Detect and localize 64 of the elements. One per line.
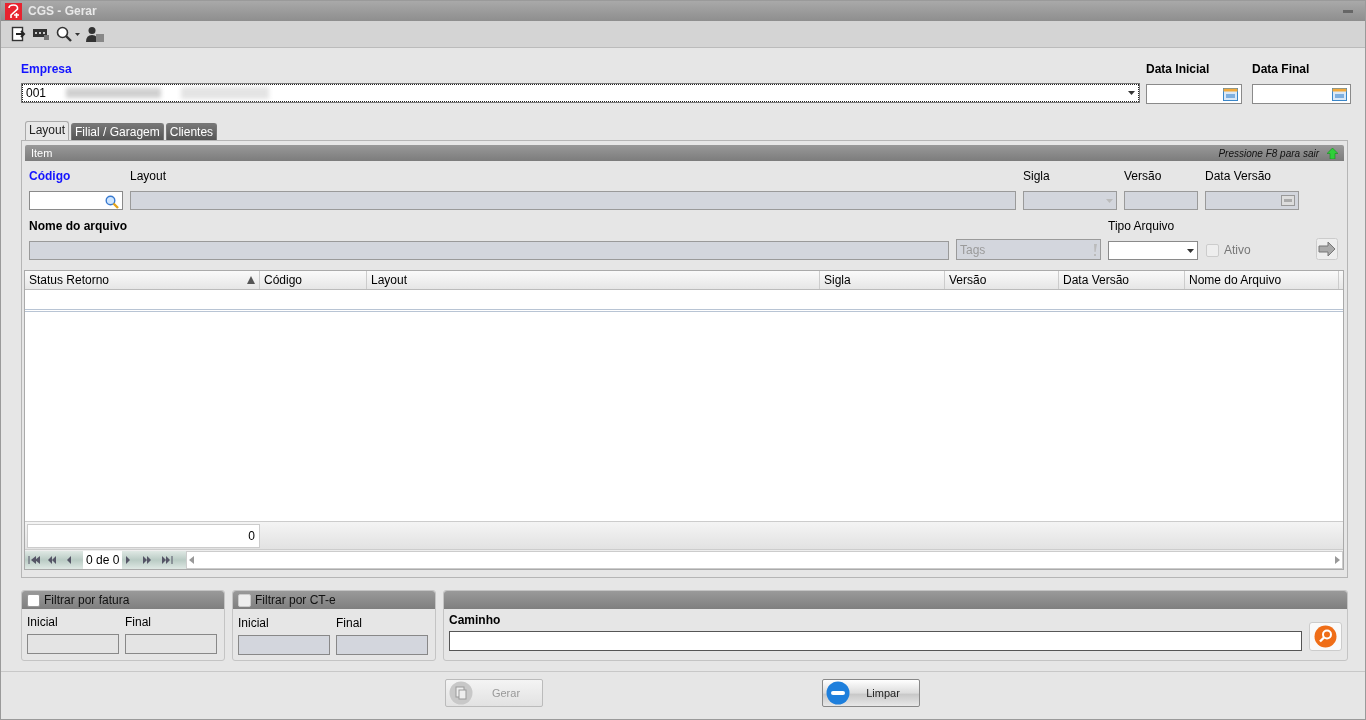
- checkbox-label: Ativo: [1224, 243, 1251, 257]
- path-field[interactable]: [449, 631, 1302, 651]
- column-header[interactable]: Versão: [945, 271, 1059, 289]
- company-value: 001: [26, 86, 47, 100]
- filter-title: Filtrar por CT-e: [255, 593, 336, 607]
- field-label: Tipo Arquivo: [1108, 219, 1176, 233]
- tab[interactable]: Layout: [25, 121, 70, 140]
- field-label: Final: [125, 615, 152, 629]
- column-header[interactable]: Nome do Arquivo: [1185, 271, 1339, 289]
- calendar-icon[interactable]: [1332, 88, 1347, 101]
- window-title: CGS - Gerar: [28, 4, 97, 18]
- user-icon[interactable]: [86, 26, 104, 42]
- right-arrow-icon[interactable]: [1316, 238, 1338, 260]
- field-label: Inicial: [27, 615, 59, 629]
- range-field[interactable]: [27, 634, 119, 654]
- calendar-icon[interactable]: [1223, 88, 1238, 101]
- range-field[interactable]: [125, 634, 217, 654]
- field-label: Layout: [130, 169, 168, 183]
- tab[interactable]: Filial / Garagem: [71, 123, 164, 140]
- field-label: Inicial: [238, 616, 270, 630]
- tags-placeholder: Tags: [960, 242, 986, 257]
- exclamation-icon: [1093, 244, 1097, 256]
- up-arrow-icon[interactable]: [1327, 147, 1338, 159]
- document-icon: [449, 681, 473, 705]
- company-dropdown[interactable]: 001: [22, 84, 1139, 102]
- field-label: Caminho: [449, 613, 502, 627]
- scroll-right-icon[interactable]: [1332, 554, 1342, 565]
- date-field[interactable]: [1252, 84, 1351, 104]
- column-header[interactable]: Layout: [367, 271, 820, 289]
- date-label: Data Inicial: [1146, 62, 1211, 76]
- field-label: Final: [336, 616, 363, 630]
- filter-checkbox[interactable]: [27, 593, 40, 607]
- search-icon[interactable]: [56, 26, 80, 42]
- field-label: Data Versão: [1205, 169, 1273, 183]
- search-icon: [1314, 625, 1337, 648]
- total-cell: 0: [27, 523, 260, 548]
- hint-text: Pressione F8 para sair: [1218, 147, 1319, 159]
- clear-button[interactable]: Limpar: [822, 679, 920, 707]
- keyboard-icon[interactable]: [33, 27, 50, 41]
- minus-icon: [826, 681, 850, 705]
- column-header[interactable]: Código: [260, 271, 367, 289]
- field-label: Código: [29, 169, 72, 183]
- minimize-icon[interactable]: [1343, 9, 1353, 13]
- dropdown-arrow-icon[interactable]: [1187, 249, 1194, 253]
- code-search-field[interactable]: [29, 191, 123, 210]
- tab[interactable]: Clientes: [165, 123, 218, 140]
- field-label: Versão: [1124, 169, 1163, 183]
- page-counter: 0 de 0: [83, 550, 123, 569]
- panel-title: Item: [31, 147, 53, 159]
- field-label: Empresa: [21, 62, 73, 76]
- field-label: Nome do arquivo: [29, 219, 128, 233]
- date-field[interactable]: [1146, 84, 1242, 104]
- dropdown-arrow-icon[interactable]: [1128, 91, 1135, 95]
- browse-button[interactable]: [1309, 622, 1342, 651]
- field-label: Sigla: [1023, 169, 1051, 183]
- exit-icon[interactable]: [11, 26, 27, 42]
- date-label: Data Final: [1252, 62, 1311, 76]
- app-logo-icon: [5, 2, 22, 20]
- horizontal-scrollbar[interactable]: [186, 550, 1343, 569]
- filter-title: Filtrar por fatura: [44, 593, 130, 607]
- column-header[interactable]: Status Retorno: [25, 271, 260, 289]
- column-header[interactable]: Data Versão: [1059, 271, 1185, 289]
- sort-arrow-icon: [247, 276, 255, 284]
- column-header[interactable]: Sigla: [820, 271, 945, 289]
